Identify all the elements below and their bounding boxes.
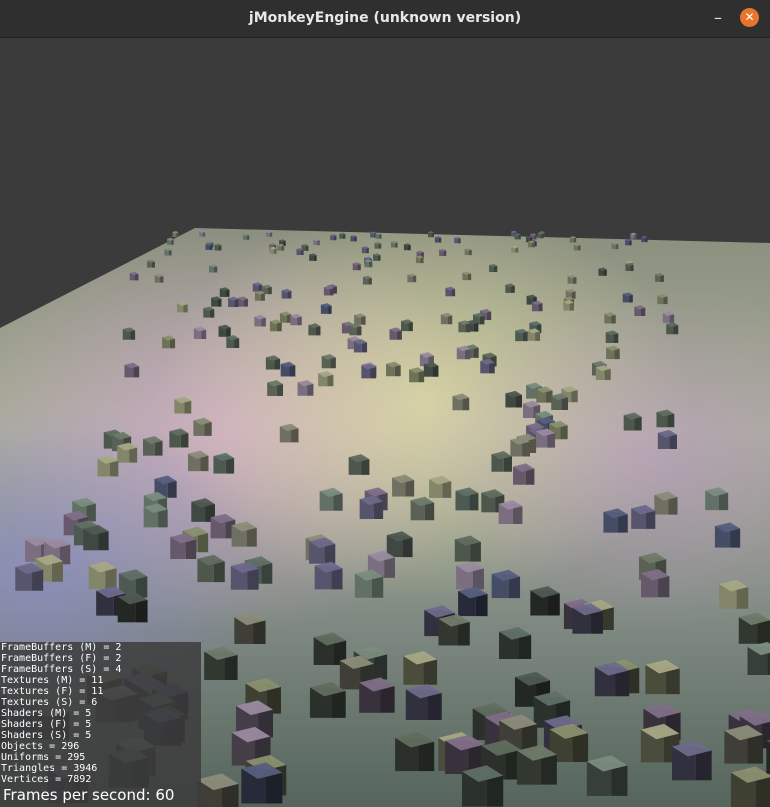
stat-shaders-s: Shaders (S) = 5 — [1, 730, 92, 741]
cube — [370, 231, 377, 238]
stats-panel: FrameBuffers (M) = 2 FrameBuffers (F) = … — [0, 642, 201, 807]
cube — [766, 739, 770, 775]
title-bar[interactable]: jMonkeyEngine (unknown version) – ✕ — [0, 0, 770, 38]
stat-framebuffers-f: FrameBuffers (F) = 2 — [1, 653, 122, 664]
cube — [427, 231, 434, 238]
fps-counter: Frames per second: 60 — [3, 786, 175, 804]
cube — [630, 232, 637, 239]
stat-triangles: Triangles = 3946 — [1, 763, 98, 774]
stat-shaders-m: Shaders (M) = 5 — [1, 708, 92, 719]
minimize-button[interactable]: – — [708, 8, 728, 28]
stat-shaders-f: Shaders (F) = 5 — [1, 719, 92, 730]
window-title: jMonkeyEngine (unknown version) — [248, 10, 522, 26]
stat-vertices: Vertices = 7892 — [1, 774, 92, 785]
stat-framebuffers-m: FrameBuffers (M) = 2 — [1, 642, 122, 653]
cube — [747, 641, 770, 676]
cube — [514, 233, 521, 240]
stat-uniforms: Uniforms = 295 — [1, 752, 86, 763]
stat-textures-f: Textures (F) = 11 — [1, 686, 104, 697]
stat-objects: Objects = 296 — [1, 741, 80, 752]
close-button[interactable]: ✕ — [740, 8, 759, 27]
cube — [730, 766, 770, 807]
cube — [569, 236, 577, 243]
stat-framebuffers-s: FrameBuffers (S) = 4 — [1, 664, 122, 675]
stat-textures-s: Textures (S) = 6 — [1, 697, 98, 708]
app-window: jMonkeyEngine (unknown version) – ✕ Fram… — [0, 0, 770, 807]
stat-textures-m: Textures (M) = 11 — [1, 675, 104, 686]
cube — [172, 231, 179, 238]
cube — [641, 235, 648, 243]
